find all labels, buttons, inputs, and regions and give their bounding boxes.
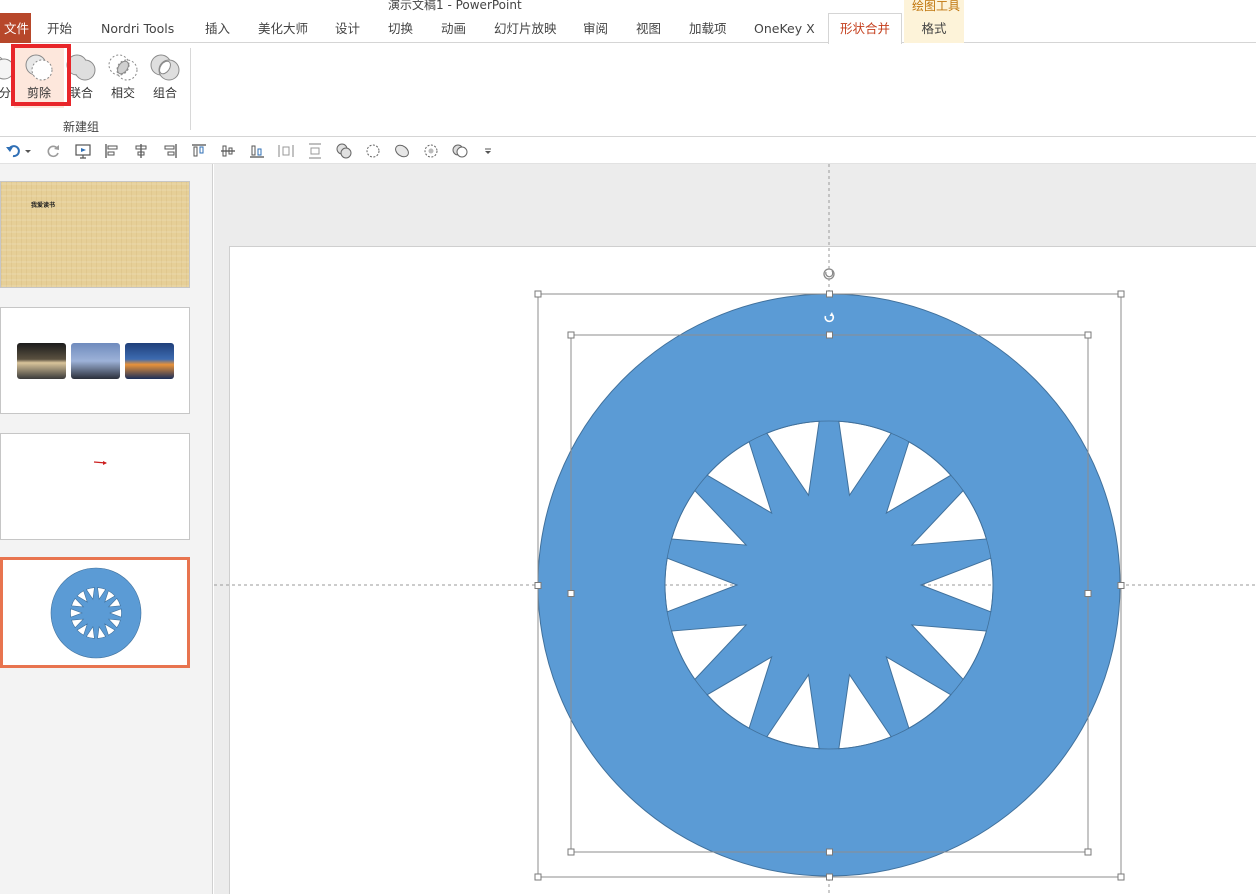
inner-resize-handle[interactable] [1084,848,1092,856]
inner-resize-handle[interactable] [1084,331,1092,339]
rotate-handle-inner[interactable] [823,311,835,323]
outer-resize-handle[interactable] [826,873,833,881]
inner-resize-handle[interactable] [826,331,833,339]
inner-resize-handle[interactable] [826,848,833,856]
rotate-handle-outer[interactable] [823,268,835,280]
inner-resize-handle[interactable] [567,331,575,339]
outer-resize-handle[interactable] [534,582,542,589]
outer-resize-handle[interactable] [534,290,542,298]
inner-resize-handle[interactable] [567,848,575,856]
outer-resize-handle[interactable] [1117,582,1125,589]
ring-with-star-cutout[interactable] [537,293,1121,877]
inner-resize-handle[interactable] [567,590,575,597]
outer-resize-handle[interactable] [1117,873,1125,881]
shape-stage [214,164,1256,894]
inner-resize-handle[interactable] [1084,590,1092,597]
outer-resize-handle[interactable] [826,290,833,298]
outer-resize-handle[interactable] [534,873,542,881]
outer-resize-handle[interactable] [1117,290,1125,298]
